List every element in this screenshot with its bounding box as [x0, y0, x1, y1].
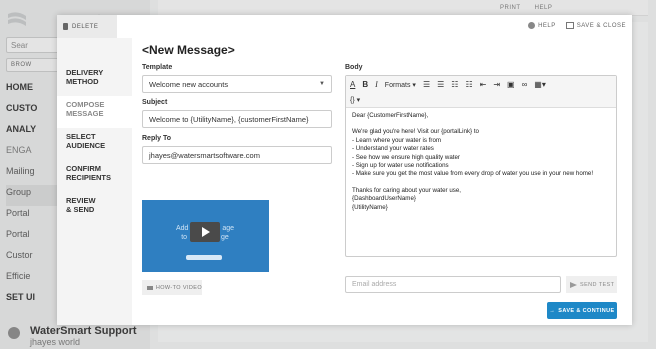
- step-label: SELECT: [66, 132, 96, 141]
- new-message-modal: DELETE HELP SAVE & CLOSE DELIVERY METHOD…: [57, 15, 632, 325]
- step-label: REVIEW: [66, 196, 96, 205]
- step-label: METHOD: [66, 77, 99, 86]
- reply-to-input[interactable]: jhayes@watersmartsoftware.com: [142, 146, 332, 164]
- numbered-list-icon[interactable]: ☷: [465, 80, 472, 89]
- bold-button[interactable]: B: [362, 80, 368, 89]
- bullet-list-icon[interactable]: ☷: [451, 80, 458, 89]
- source-label: {}: [350, 97, 355, 104]
- step-label: & SEND: [66, 205, 95, 214]
- toolbar-row: {} ▾: [350, 96, 360, 104]
- video-caption-part: age: [222, 225, 235, 232]
- save-close-icon: [565, 22, 574, 29]
- trash-icon: [63, 23, 68, 30]
- step-select-audience[interactable]: SELECT AUDIENCE: [57, 128, 132, 160]
- chevron-down-icon: ▼: [319, 81, 325, 87]
- body-line: - Make sure you get the most value from …: [352, 170, 594, 178]
- save-close-label: SAVE & CLOSE: [576, 22, 626, 29]
- step-label: DELIVERY: [66, 68, 104, 77]
- step-review-send[interactable]: REVIEW & SEND: [57, 192, 132, 224]
- source-code-button[interactable]: {} ▾: [350, 97, 360, 104]
- play-icon[interactable]: [190, 222, 220, 242]
- step-label: MESSAGE: [66, 109, 104, 118]
- step-label: AUDIENCE: [66, 141, 106, 150]
- template-value: Welcome new accounts: [149, 80, 229, 89]
- subject-label: Subject: [142, 99, 168, 106]
- italic-button[interactable]: I: [375, 80, 378, 89]
- body-line: {DashboardUserName}: [352, 195, 416, 203]
- toolbar-row: A B I Formats ▾ ☰ ☰ ☷ ☷ ⇤ ⇥ ▣ ∞ ▦▾: [350, 80, 546, 89]
- save-continue-label: SAVE & CONTINUE: [558, 307, 615, 314]
- align-left-icon[interactable]: ☰: [423, 80, 430, 89]
- step-label: CONFIRM: [66, 164, 101, 173]
- save-continue-button[interactable]: → SAVE & CONTINUE: [547, 302, 617, 319]
- editor-toolbar: A B I Formats ▾ ☰ ☰ ☷ ☷ ⇤ ⇥ ▣ ∞ ▦▾ {} ▾: [346, 76, 616, 108]
- page-title: <New Message>: [142, 43, 235, 57]
- body-line: - Learn where your water is from: [352, 136, 442, 144]
- step-label: RECIPIENTS: [66, 173, 112, 182]
- arrow-right-icon: →: [549, 307, 556, 314]
- body-line: {UtilityName}: [352, 203, 388, 211]
- step-compose-message[interactable]: COMPOSE MESSAGE: [57, 96, 132, 128]
- video-caption-part: to: [181, 234, 188, 241]
- body-blank-line: [352, 120, 610, 128]
- send-test-button[interactable]: SEND TEST: [566, 276, 617, 293]
- how-to-label: HOW-TO VIDEO: [155, 284, 202, 291]
- body-line: We're glad you're here! Visit our {porta…: [352, 128, 479, 136]
- how-to-video-button[interactable]: HOW-TO VIDEO: [142, 280, 202, 295]
- outdent-icon[interactable]: ⇤: [480, 80, 487, 89]
- template-select[interactable]: Welcome new accounts ▼: [142, 75, 332, 93]
- video-camera-icon: [147, 285, 153, 290]
- step-confirm-recipients[interactable]: CONFIRM RECIPIENTS: [57, 160, 132, 192]
- body-blank-line: [352, 179, 610, 187]
- watersmart-video-logo: [186, 255, 222, 260]
- body-editor[interactable]: A B I Formats ▾ ☰ ☰ ☷ ☷ ⇤ ⇥ ▣ ∞ ▦▾ {} ▾: [345, 75, 617, 257]
- video-caption-part: ge: [221, 234, 229, 241]
- step-delivery-method[interactable]: DELIVERY METHOD: [57, 64, 132, 96]
- email-input[interactable]: Email address: [345, 276, 561, 293]
- link-icon[interactable]: ∞: [522, 80, 528, 89]
- formats-dropdown[interactable]: Formats ▾: [385, 81, 416, 89]
- body-line: - Sign up for water use notifications: [352, 162, 449, 170]
- image-icon[interactable]: ▣: [507, 80, 515, 89]
- body-label: Body: [345, 64, 363, 71]
- font-color-button[interactable]: A: [350, 80, 355, 89]
- body-text[interactable]: Dear {CustomerFirstName}, We're glad you…: [346, 108, 616, 216]
- send-icon: [570, 281, 577, 288]
- body-line: Thanks for caring about your water use,: [352, 186, 462, 194]
- send-test-label: SEND TEST: [580, 281, 615, 288]
- save-close-button[interactable]: SAVE & CLOSE: [565, 22, 626, 29]
- help-button[interactable]: HELP: [528, 22, 556, 29]
- how-to-video-thumbnail[interactable]: Add age to ge: [142, 200, 269, 272]
- template-label: Template: [142, 64, 173, 71]
- indent-icon[interactable]: ⇥: [493, 80, 500, 89]
- delete-button[interactable]: DELETE: [57, 15, 117, 38]
- modal-actions: HELP SAVE & CLOSE: [528, 22, 626, 29]
- align-center-icon[interactable]: ☰: [437, 80, 444, 89]
- video-caption-part: Add: [175, 225, 189, 232]
- formats-label: Formats: [384, 81, 411, 89]
- body-line: - See how we ensure high quality water: [352, 153, 460, 161]
- help-label: HELP: [538, 22, 556, 29]
- body-line: Dear {CustomerFirstName},: [352, 112, 429, 119]
- wizard-steps: DELIVERY METHOD COMPOSE MESSAGE SELECT A…: [57, 38, 132, 325]
- step-label: COMPOSE: [66, 100, 105, 109]
- help-icon: [528, 22, 536, 29]
- body-line: - Understand your water rates: [352, 145, 434, 153]
- subject-input[interactable]: Welcome to {UtilityName}, {customerFirst…: [142, 110, 332, 128]
- reply-to-label: Reply To: [142, 135, 172, 142]
- delete-label: DELETE: [72, 23, 99, 30]
- table-icon[interactable]: ▦▾: [534, 80, 546, 89]
